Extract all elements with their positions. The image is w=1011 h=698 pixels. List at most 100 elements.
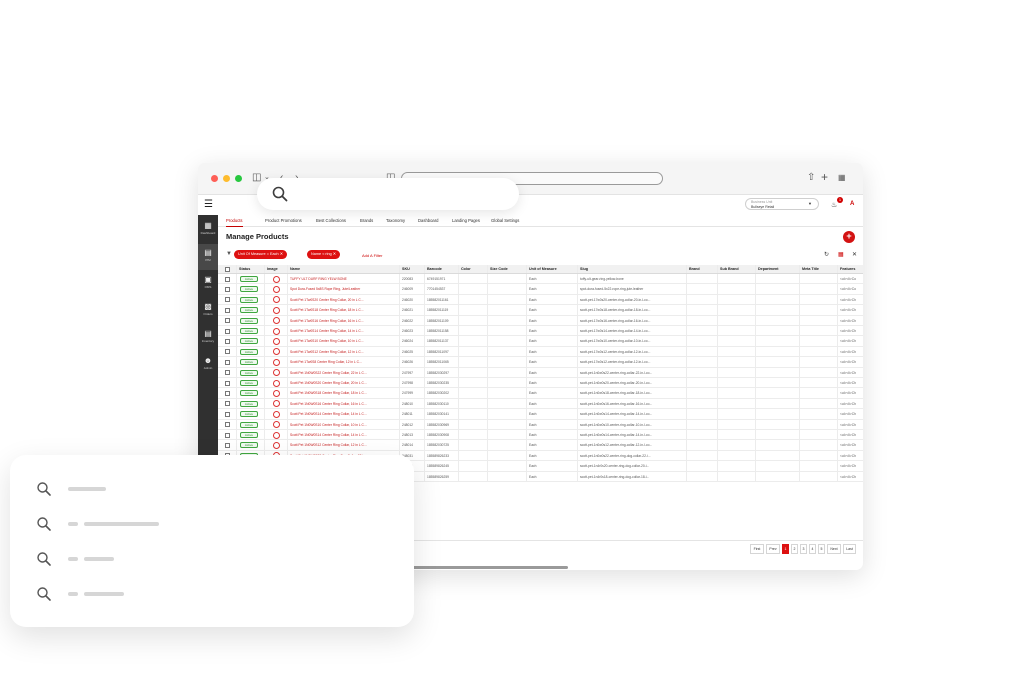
row-checkbox[interactable] xyxy=(225,297,230,303)
tenant-select[interactable]: Business Unit Bullseye Retail ▼ xyxy=(745,198,819,210)
maximize-window-dot[interactable] xyxy=(235,175,242,182)
row-checkbox[interactable] xyxy=(225,390,230,396)
product-thumbnail[interactable] xyxy=(273,327,280,335)
suggestion-item[interactable] xyxy=(36,516,396,532)
product-thumbnail[interactable] xyxy=(273,369,280,377)
tab-global-settings[interactable]: Global Settings xyxy=(491,215,519,227)
column-header[interactable]: Slug xyxy=(578,265,687,273)
column-header[interactable]: Sub Brand xyxy=(718,265,756,273)
row-checkbox[interactable] xyxy=(225,401,230,407)
table-row[interactable]: Active Scott Pet 1Tw0S20 Center Ring Coll… xyxy=(218,294,863,306)
product-thumbnail[interactable] xyxy=(273,285,280,293)
filter-icon[interactable]: ▼ xyxy=(226,251,232,257)
product-thumbnail[interactable] xyxy=(273,358,280,366)
filter-chip-name[interactable]: Name ≈ ring ✕ xyxy=(307,250,340,259)
product-thumbnail[interactable] xyxy=(273,348,280,356)
column-header[interactable]: SKU xyxy=(400,265,425,273)
table-cell[interactable]: Scott Pet 1Tw0S10 Center Ring Collar, 10… xyxy=(288,336,400,346)
table-cell[interactable]: Scott Pet 1Tw0S16 Center Ring Collar, 16… xyxy=(288,315,400,325)
suggestion-item[interactable] xyxy=(36,551,396,567)
row-checkbox[interactable] xyxy=(225,338,230,344)
column-header[interactable]: Status xyxy=(237,265,265,273)
pagination-3[interactable]: 3 xyxy=(800,544,807,554)
menu-icon[interactable]: ☰ xyxy=(204,200,213,210)
remove-filter-icon[interactable]: ✕ xyxy=(333,252,336,256)
sidebar-item-oms[interactable]: ▣ OMS xyxy=(198,271,218,297)
table-cell[interactable]: Scott Pet 1N0W0S18 Center Ring Collar, 1… xyxy=(288,388,400,398)
column-header[interactable] xyxy=(218,265,237,273)
row-checkbox[interactable] xyxy=(225,411,230,417)
column-header[interactable]: Name xyxy=(288,265,400,273)
product-thumbnail[interactable] xyxy=(273,379,280,387)
table-row[interactable]: Active Scott Pet 1Tw0S8 Center Ring Colla… xyxy=(218,357,863,368)
table-cell[interactable]: Scott Pet 1N0W0S10 Center Ring Collar, 1… xyxy=(288,419,400,429)
sidebar-item-pim[interactable]: ▤ PIM xyxy=(198,244,218,270)
row-checkbox[interactable] xyxy=(225,318,230,324)
table-cell[interactable]: Scott Pet 1N0W0S16 Center Ring Collar, 1… xyxy=(288,398,400,409)
table-row[interactable]: Active Scott Pet 1Tw0S16 Center Ring Coll… xyxy=(218,315,863,326)
floating-search-bar[interactable] xyxy=(257,178,519,210)
table-cell[interactable]: Scott Pet 1N0W0S22 Center Ring Collar, 2… xyxy=(288,367,400,377)
table-cell[interactable]: Scott Pet 1Tw0S20 Center Ring Collar, 20… xyxy=(288,294,400,305)
row-checkbox[interactable] xyxy=(225,349,230,355)
column-header[interactable]: Size Code xyxy=(488,265,527,273)
column-header[interactable]: Features xyxy=(838,265,863,273)
tab-dashboard[interactable]: Dashboard xyxy=(418,215,439,227)
table-cell[interactable]: Scott Pet 1N0W0S14 Center Ring Collar, 1… xyxy=(288,430,400,440)
table-row[interactable]: Active Scott Pet 1Tw0S12 Center Ring Coll… xyxy=(218,346,863,358)
pagination-1[interactable]: 1 xyxy=(782,544,789,554)
close-window-dot[interactable] xyxy=(211,175,218,182)
table-row[interactable]: Active Scott Pet 1N0W0S22 Center Ring Col… xyxy=(218,367,863,378)
save-icon[interactable]: ▦ xyxy=(838,251,844,259)
add-filter-link[interactable]: Add A Filter xyxy=(362,253,382,258)
row-checkbox[interactable] xyxy=(225,422,230,428)
table-row[interactable]: Active Scott Pet 1N0W0S14 Center Ring Col… xyxy=(218,409,863,420)
column-header[interactable]: Brand xyxy=(687,265,718,273)
tab-products[interactable]: Products xyxy=(226,215,243,227)
table-row[interactable]: Active Scott Pet 1N0W0S14 Center Ring Col… xyxy=(218,430,863,441)
pagination-last[interactable]: Last xyxy=(843,544,856,554)
table-row[interactable]: Active Scott Pet 1N0W0S12 Center Ring Col… xyxy=(218,440,863,451)
product-thumbnail[interactable] xyxy=(273,410,280,418)
column-header[interactable]: Image xyxy=(265,265,288,273)
table-cell[interactable]: Scott Pet 1Tw0S14 Center Ring Collar, 14… xyxy=(288,326,400,336)
row-checkbox[interactable] xyxy=(225,442,230,448)
table-row[interactable]: Active Scott Pet 1Tw0S18 Center Ring Coll… xyxy=(218,305,863,316)
table-cell[interactable]: Scott Pet 1N0W0S20 Center Ring Collar, 2… xyxy=(288,378,400,388)
column-header[interactable]: Department xyxy=(756,265,800,273)
suggestion-item[interactable] xyxy=(36,481,396,497)
minimize-window-dot[interactable] xyxy=(223,175,230,182)
sidebar-item-admin[interactable]: ☻ Admin xyxy=(198,352,218,378)
pagination-5[interactable]: 5 xyxy=(818,544,825,554)
tab-overview-icon[interactable]: ▦ xyxy=(838,171,846,185)
sidebar-item-dashboard[interactable]: ▦ Dashboard xyxy=(198,217,218,243)
user-avatar[interactable]: A xyxy=(850,201,854,207)
table-cell[interactable]: Spot Dura-Fused 5x8S Rope Ring, Jute/Lea… xyxy=(288,284,400,294)
column-header[interactable]: Color xyxy=(459,265,488,273)
filter-chip-unit-of-measure[interactable]: Unit Of Measure = Each ✕ xyxy=(234,250,287,259)
product-thumbnail[interactable] xyxy=(273,306,280,314)
tab-brands[interactable]: Brands xyxy=(360,215,373,227)
suggestion-item[interactable] xyxy=(36,586,396,602)
row-checkbox[interactable] xyxy=(225,380,230,386)
pagination-first[interactable]: First xyxy=(750,544,764,554)
pagination-4[interactable]: 4 xyxy=(809,544,816,554)
tab-landing-pages[interactable]: Landing Pages xyxy=(452,215,480,227)
product-thumbnail[interactable] xyxy=(273,431,280,439)
pagination-prev[interactable]: Prev xyxy=(766,544,780,554)
product-thumbnail[interactable] xyxy=(273,389,280,397)
column-header[interactable]: Meta Title xyxy=(800,265,838,273)
bell-icon[interactable]: ♨ xyxy=(831,201,837,209)
remove-filter-icon[interactable]: ✕ xyxy=(280,252,283,256)
product-thumbnail[interactable] xyxy=(273,296,280,304)
share-icon[interactable]: ⇧ xyxy=(807,171,815,185)
table-cell[interactable]: Scott Pet 1N0W0S14 Center Ring Collar, 1… xyxy=(288,409,400,419)
table-row[interactable]: Active Scott Pet 1N0W0S20 Center Ring Col… xyxy=(218,378,863,389)
table-row[interactable]: Active Scott Pet 1N0W0S18 Center Ring Col… xyxy=(218,388,863,399)
sidebar-item-inventory[interactable]: ▤ Inventory xyxy=(198,325,218,351)
table-cell[interactable]: Scott Pet 1Tw0S12 Center Ring Collar, 12… xyxy=(288,346,400,357)
table-row[interactable]: Active Spot Dura-Fused 5x8S Rope Ring, Ju… xyxy=(218,284,863,295)
table-cell[interactable]: Scott Pet 1Tw0S8 Center Ring Collar, 12 … xyxy=(288,357,400,367)
row-checkbox[interactable] xyxy=(225,432,230,438)
row-checkbox[interactable] xyxy=(225,276,230,282)
